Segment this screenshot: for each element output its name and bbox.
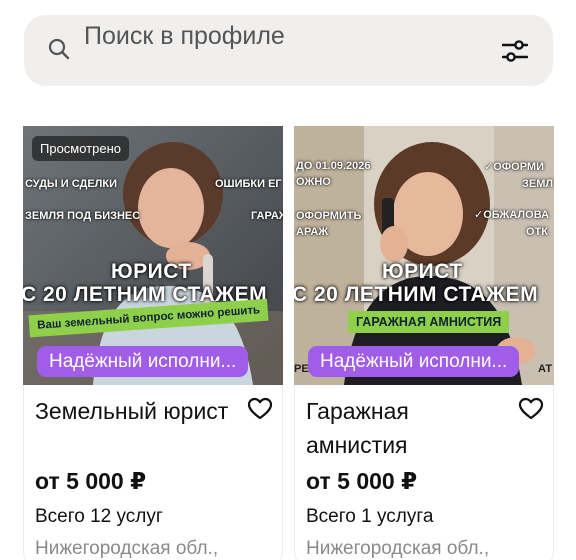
viewed-badge: Просмотрено	[32, 136, 130, 161]
filter-icon[interactable]	[502, 40, 528, 62]
overlay-text: ГАРАЖ	[251, 210, 283, 222]
heart-icon[interactable]	[247, 397, 273, 421]
overlay-text: ЗЕМЛ	[522, 178, 554, 190]
overlay-headline: С 20 ЛЕТНИМ СТАЖЕМ	[294, 283, 539, 306]
card-title[interactable]: Земельный юрист	[35, 394, 245, 428]
card-photo[interactable]: ДО 01.09.2026 ОЖНО ✓ОФОРМИ ЗЕМЛ ОФОРМИТЬ…	[294, 126, 554, 385]
overlay-text: ОЖНО	[296, 176, 331, 188]
overlay-headline: ЮРИСТ	[382, 260, 463, 283]
search-input[interactable]	[84, 19, 464, 53]
overlay-text: РЕ	[294, 363, 309, 375]
overlay-text: АТ	[538, 363, 553, 375]
overlay-text: ДО 01.09.2026	[296, 160, 371, 172]
overlay-text: ОФОРМИТЬ	[296, 210, 362, 222]
services-count: Всего 1 услуга	[306, 506, 434, 527]
overlay-stripe: ГАРАЖНАЯ АМНИСТИЯ	[348, 311, 510, 333]
service-card[interactable]: Просмотрено СУДЫ И СДЕЛКИ ОШИБКИ ЕГ ЗЕМЛ…	[23, 126, 283, 560]
overlay-text: СУДЫ И СДЕЛКИ	[25, 178, 118, 190]
service-card[interactable]: ДО 01.09.2026 ОЖНО ✓ОФОРМИ ЗЕМЛ ОФОРМИТЬ…	[294, 126, 554, 560]
card-title[interactable]: Гаражная амнистия	[306, 394, 516, 462]
card-photo[interactable]: Просмотрено СУДЫ И СДЕЛКИ ОШИБКИ ЕГ ЗЕМЛ…	[23, 126, 283, 385]
overlay-text: ✓ОБЖАЛОВА	[474, 209, 550, 221]
reliable-tag: Надёжный исполни...	[37, 346, 249, 377]
search-icon	[48, 38, 70, 60]
services-count: Всего 12 услуг	[35, 506, 163, 527]
card-price: от 5 000 ₽	[306, 468, 418, 494]
card-region: Нижегородская обл.,	[306, 538, 490, 559]
overlay-text: АРАЖ	[296, 226, 329, 238]
overlay-text: ✓ОФОРМИ	[484, 161, 544, 173]
heart-icon[interactable]	[518, 397, 544, 421]
reliable-tag: Надёжный исполни...	[308, 346, 520, 377]
card-price: от 5 000 ₽	[35, 468, 147, 494]
overlay-text: ЗЕМЛЯ ПОД БИЗНЕС	[25, 210, 141, 222]
overlay-text: ОТК	[526, 226, 548, 238]
overlay-headline: ЮРИСТ	[111, 260, 192, 283]
card-region: Нижегородская обл.,	[35, 538, 219, 559]
overlay-text: ОШИБКИ ЕГ	[215, 178, 282, 190]
